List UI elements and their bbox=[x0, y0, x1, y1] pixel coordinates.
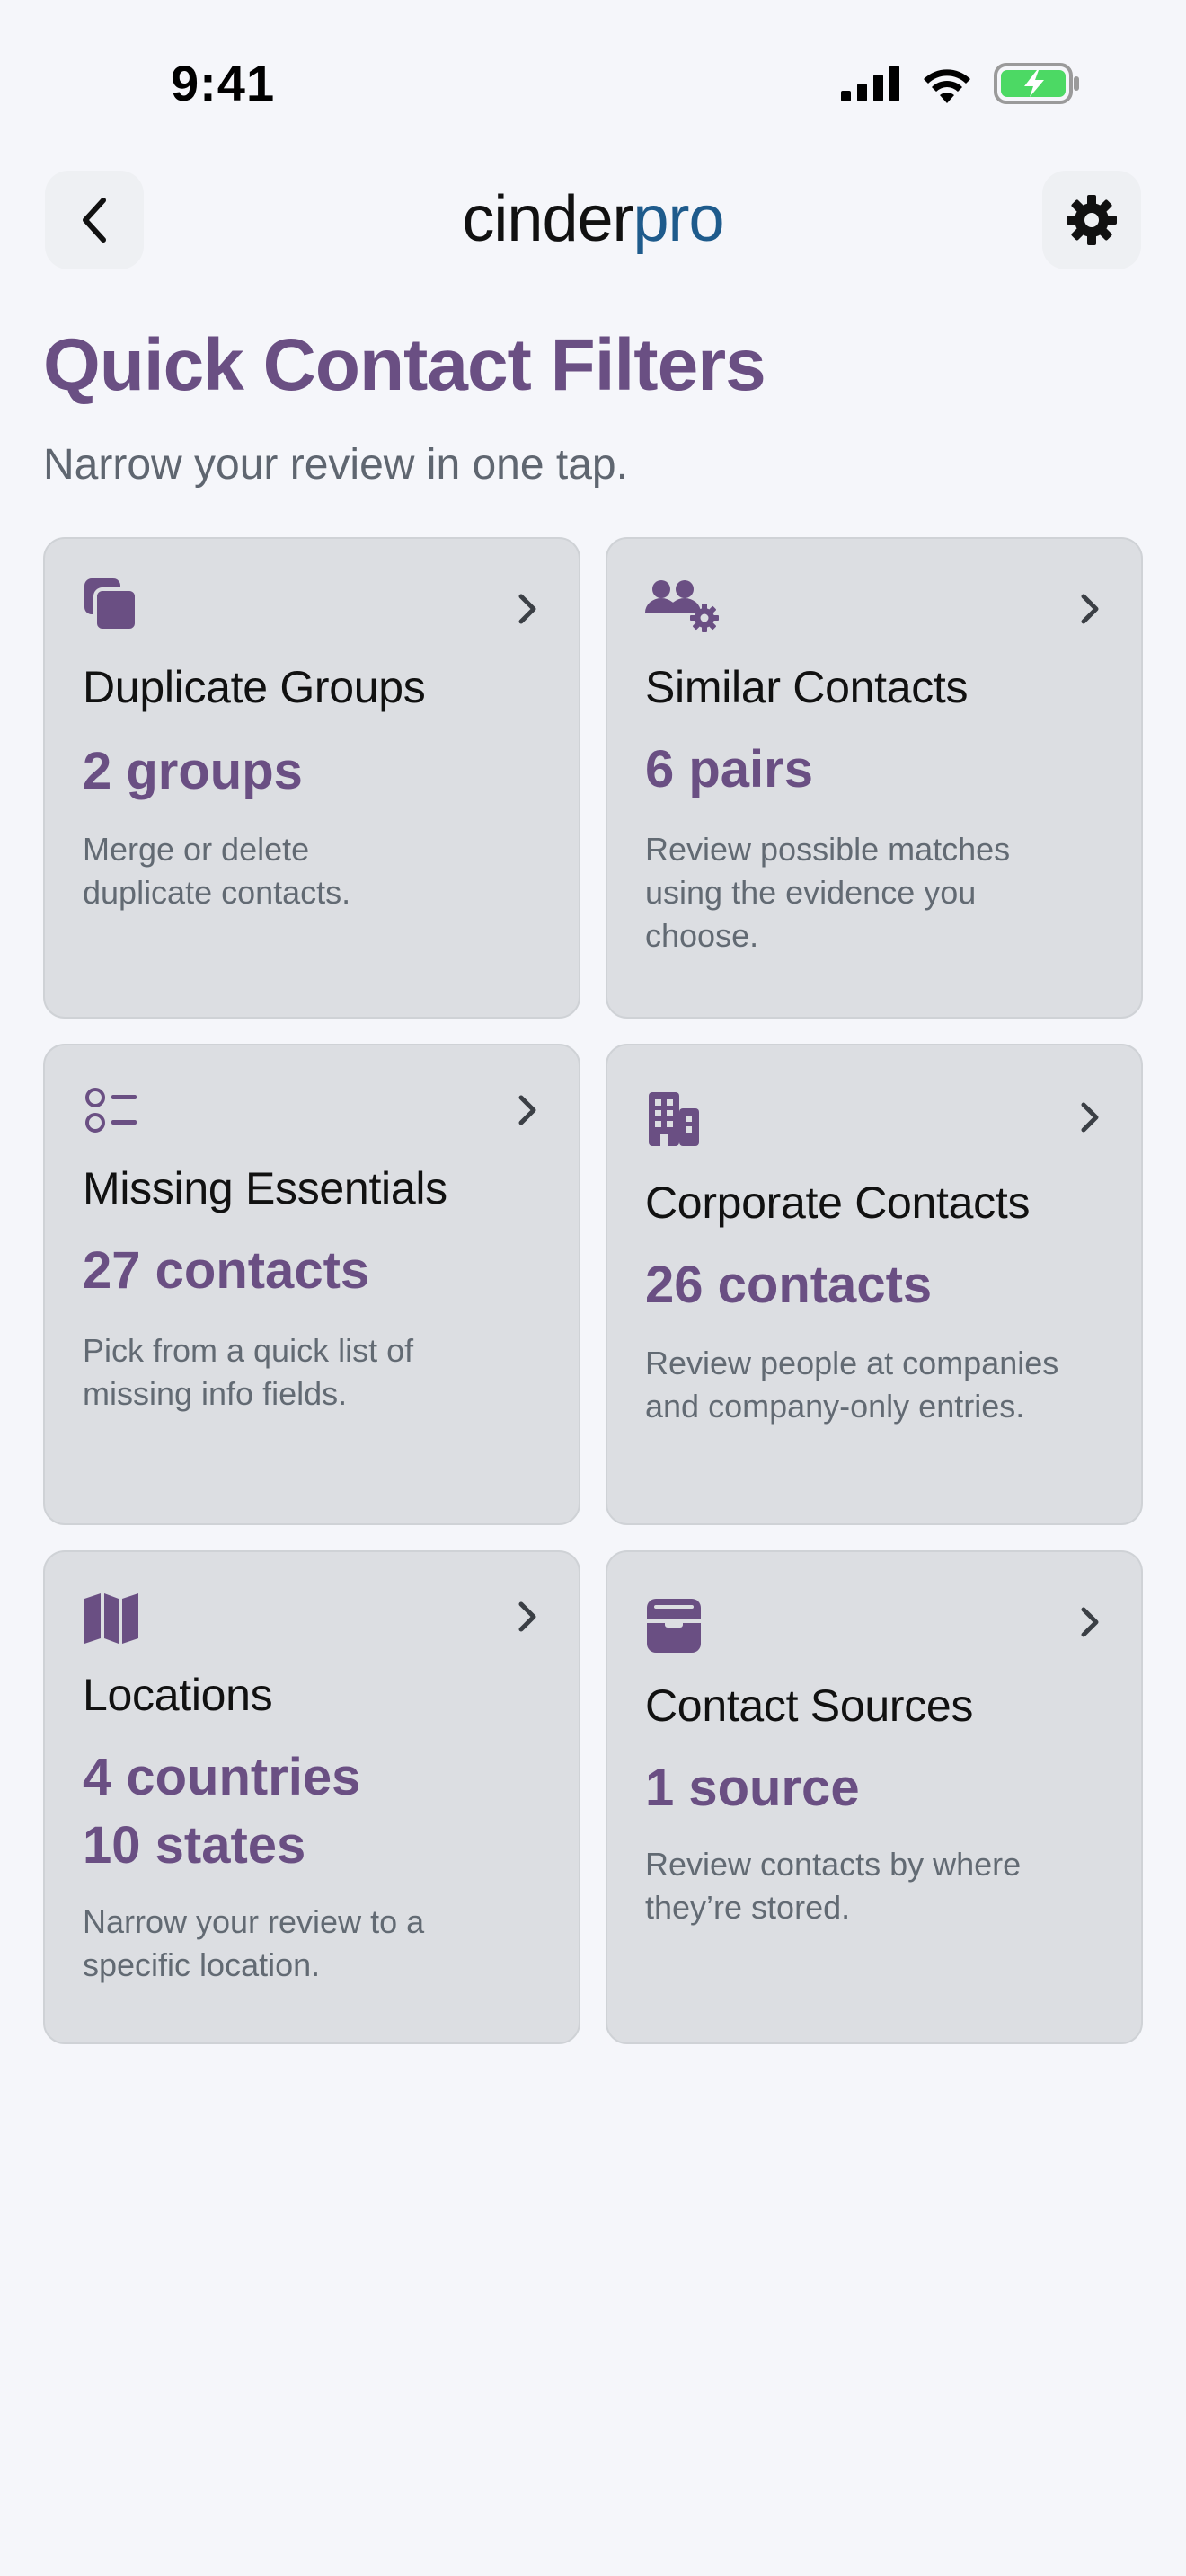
card-description: Pick from a quick list of missing info f… bbox=[83, 1332, 414, 1412]
status-bar: 9:41 bbox=[0, 0, 1186, 135]
logo-text-primary: cinder bbox=[462, 183, 633, 255]
card-title: Locations bbox=[83, 1670, 273, 1720]
card-title: Corporate Contacts bbox=[645, 1178, 1031, 1228]
list-icon bbox=[85, 1088, 137, 1133]
copy-icon bbox=[84, 578, 138, 632]
settings-button[interactable] bbox=[1042, 171, 1141, 269]
cellular-signal-icon bbox=[841, 66, 899, 101]
battery-charging-icon bbox=[994, 63, 1079, 104]
users-gear-icon bbox=[645, 580, 719, 632]
chevron-right-icon bbox=[518, 1095, 536, 1125]
filter-card-similar-contacts[interactable]: Similar Contacts 6 pairs Review possible… bbox=[606, 537, 1143, 1019]
app-logo: cinderpro bbox=[0, 183, 1186, 255]
card-value-secondary: 10 states bbox=[83, 1816, 306, 1875]
nav-bar: cinderpro bbox=[0, 171, 1186, 269]
card-title: Missing Essentials bbox=[83, 1163, 447, 1213]
card-value: 6 pairs bbox=[645, 740, 813, 798]
status-icons bbox=[841, 63, 1080, 104]
card-value: 26 contacts bbox=[645, 1256, 933, 1314]
card-description: Review possible matches using the eviden… bbox=[645, 831, 1011, 954]
filter-card-locations[interactable]: Locations 4 countries 10 states Narrow y… bbox=[43, 1550, 580, 2044]
chevron-right-icon bbox=[1081, 1607, 1099, 1637]
filter-card-missing-essentials[interactable]: Missing Essentials 27 contacts Pick from… bbox=[43, 1044, 580, 1525]
card-value: 2 groups bbox=[83, 742, 303, 800]
card-description: Review people at companies and company-o… bbox=[645, 1345, 1059, 1425]
chevron-right-icon bbox=[518, 594, 536, 624]
status-time: 9:41 bbox=[171, 55, 276, 111]
filter-card-contact-sources[interactable]: Contact Sources 1 source Review contacts… bbox=[606, 1550, 1143, 2044]
card-title: Duplicate Groups bbox=[83, 662, 426, 712]
filter-card-corporate-contacts[interactable]: Corporate Contacts 26 contacts Review pe… bbox=[606, 1044, 1143, 1525]
page-title: Quick Contact Filters bbox=[43, 324, 766, 406]
map-icon bbox=[84, 1593, 138, 1644]
card-value: 4 countries bbox=[83, 1748, 361, 1806]
app-screen: 9:41 cinderpro Quick Contact Filters Nar… bbox=[0, 0, 1186, 2576]
card-description: Merge or delete duplicate contacts. bbox=[83, 831, 351, 911]
page-subtitle: Narrow your review in one tap. bbox=[43, 441, 628, 489]
chevron-right-icon bbox=[1081, 594, 1099, 624]
building-icon bbox=[649, 1092, 699, 1146]
card-title: Similar Contacts bbox=[645, 662, 969, 712]
filter-card-duplicate-groups[interactable]: Duplicate Groups 2 groups Merge or delet… bbox=[43, 537, 580, 1019]
inbox-icon bbox=[647, 1599, 701, 1653]
chevron-right-icon bbox=[518, 1601, 536, 1632]
chevron-right-icon bbox=[1081, 1102, 1099, 1133]
card-title: Contact Sources bbox=[645, 1681, 974, 1731]
wifi-icon bbox=[924, 69, 970, 103]
logo-text-accent: pro bbox=[633, 183, 725, 255]
gear-icon bbox=[1067, 195, 1117, 245]
card-description: Review contacts by where they’re stored. bbox=[645, 1846, 1022, 1926]
card-value: 1 source bbox=[645, 1759, 860, 1817]
card-description: Narrow your review to a specific locatio… bbox=[83, 1903, 425, 1983]
card-value: 27 contacts bbox=[83, 1241, 370, 1300]
